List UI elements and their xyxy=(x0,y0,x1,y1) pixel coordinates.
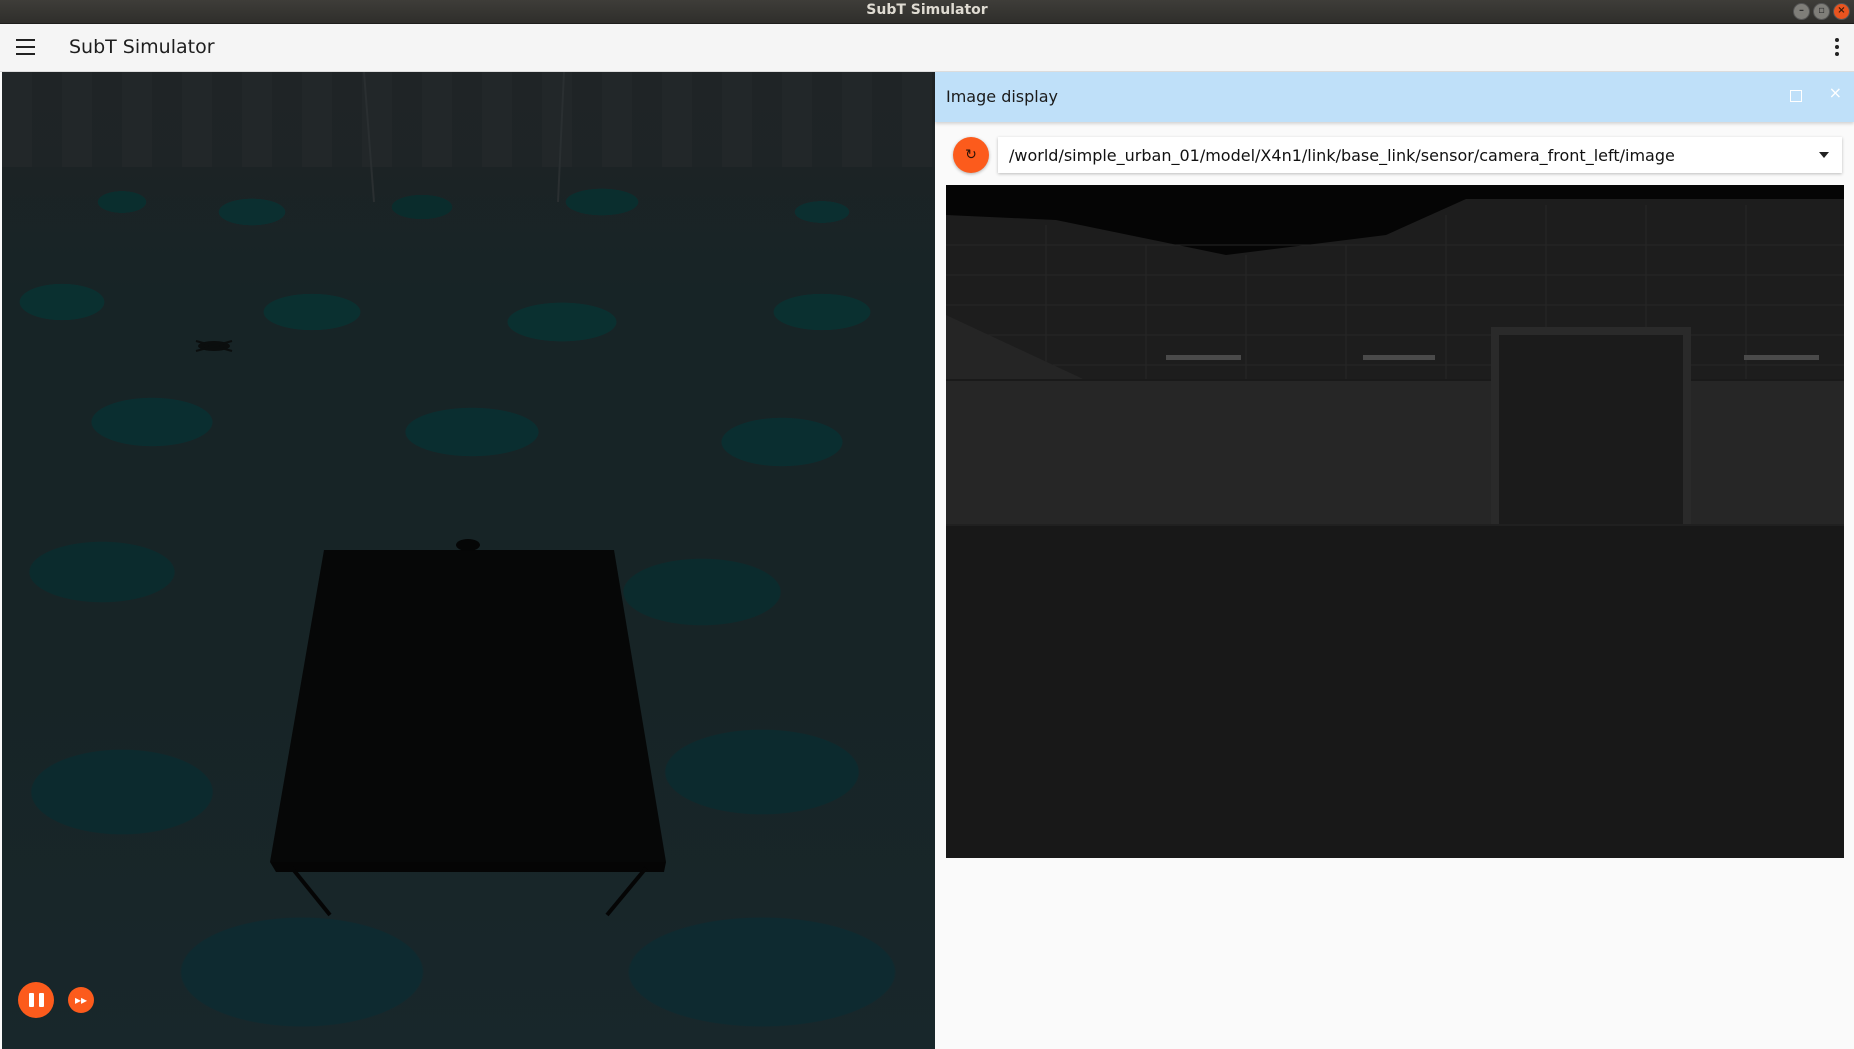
chevron-down-icon xyxy=(1819,152,1829,158)
window-title: SubT Simulator xyxy=(866,2,988,18)
window-controls: – ▫ × xyxy=(1793,3,1850,20)
scene-3d-viewport[interactable]: ▸▸ xyxy=(2,72,935,1049)
table-leg xyxy=(605,866,648,917)
topic-dropdown[interactable]: /world/simple_urban_01/model/X4n1/link/b… xyxy=(998,137,1842,173)
window-titlebar: SubT Simulator – ▫ × xyxy=(0,0,1854,24)
scene-objects xyxy=(195,72,666,917)
camera-image xyxy=(946,185,1844,858)
close-icon[interactable]: × xyxy=(1833,3,1850,20)
close-icon[interactable]: × xyxy=(1829,83,1842,102)
minimize-icon[interactable]: – xyxy=(1793,3,1810,20)
app-title: SubT Simulator xyxy=(69,36,215,58)
pause-icon[interactable] xyxy=(18,982,54,1018)
fast-forward-icon[interactable]: ▸▸ xyxy=(68,987,94,1013)
drone-model xyxy=(195,340,233,352)
selected-topic: /world/simple_urban_01/model/X4n1/link/b… xyxy=(1009,146,1675,165)
panel-header: Image display × xyxy=(935,72,1854,122)
panel-title: Image display xyxy=(946,87,1059,106)
table-leg xyxy=(290,866,332,917)
table-top xyxy=(270,550,666,862)
hamburger-menu-icon[interactable] xyxy=(16,39,35,55)
image-display-panel: Image display × ↻ /world/simple_urban_01… xyxy=(935,72,1854,1049)
refresh-icon: ↻ xyxy=(965,147,977,163)
more-vertical-icon[interactable] xyxy=(1834,38,1840,58)
playback-controls: ▸▸ xyxy=(18,982,94,1018)
maximize-icon[interactable] xyxy=(1790,90,1802,102)
maximize-icon[interactable]: ▫ xyxy=(1813,3,1830,20)
camera-feed-render xyxy=(946,185,1844,858)
refresh-button[interactable]: ↻ xyxy=(953,137,989,173)
app-toolbar: SubT Simulator xyxy=(0,24,1854,72)
